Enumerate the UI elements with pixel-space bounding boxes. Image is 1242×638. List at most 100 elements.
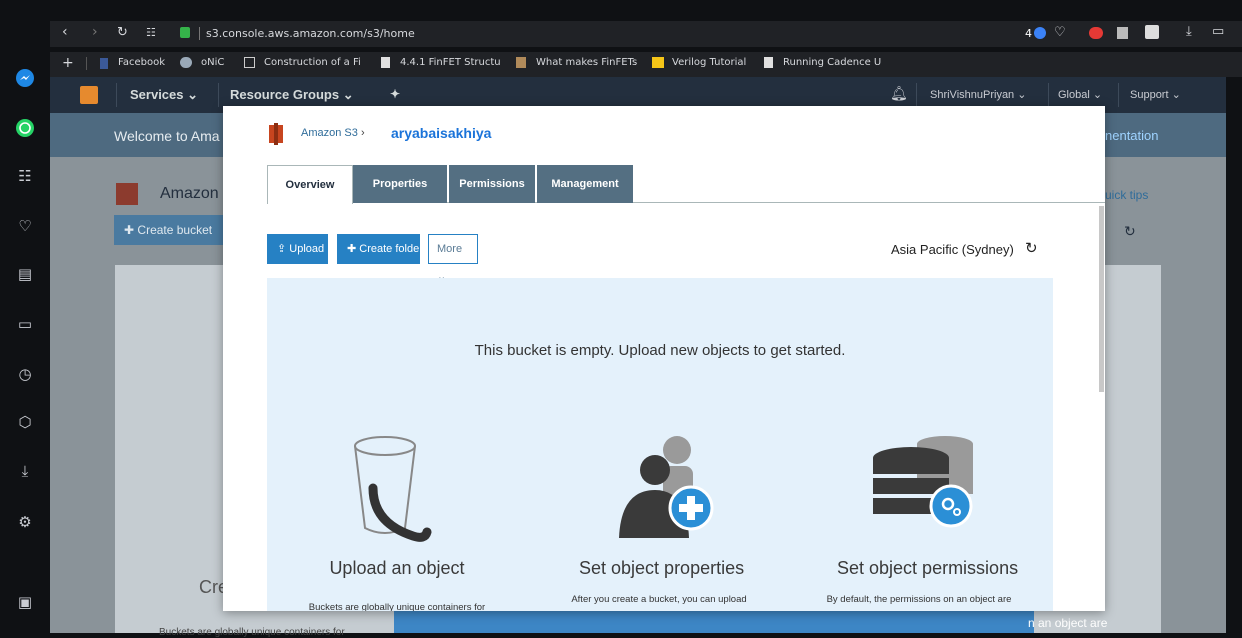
tab-overview[interactable]: Overview — [267, 165, 353, 204]
url-text[interactable]: s3.console.aws.amazon.com/s3/home — [206, 27, 415, 40]
download-icon[interactable]: ⤓ — [15, 461, 35, 481]
bg-desc-right: n an object are — [1028, 616, 1108, 630]
adblock-count: 4 — [1025, 27, 1032, 40]
document-icon — [381, 57, 390, 68]
services-menu[interactable]: Services ⌄ — [130, 87, 198, 103]
chat-icon[interactable]: ▭ — [15, 314, 35, 334]
sidebar-toggle-icon[interactable]: ▣ — [15, 592, 35, 612]
bucket-modal: Amazon S3 › aryabaisakhiya Overview Prop… — [223, 106, 1105, 611]
region-menu[interactable]: Global ⌄ — [1058, 88, 1102, 101]
plus-icon: ✚ — [124, 223, 135, 237]
welcome-text: Welcome to Ama — [114, 128, 220, 144]
bookmark-finfet-structure[interactable]: 4.4.1 FinFET Structu — [400, 57, 501, 68]
create-folder-label: Create folder — [359, 243, 423, 255]
upload-icon: ⇪ — [277, 243, 287, 255]
tab-properties[interactable]: Properties — [353, 165, 447, 203]
browser-sidebar: ☷ ♡ ▤ ▭ ◷ ⬡ ⤓ ⚙ ▣ — [0, 0, 50, 633]
refresh-icon[interactable]: ↻ — [1025, 239, 1038, 257]
more-label: More — [437, 243, 463, 255]
snapshot-icon[interactable] — [1117, 27, 1128, 39]
object-properties-title: Set object properties — [579, 558, 745, 578]
documentation-link[interactable]: nentation — [1105, 128, 1159, 143]
speed-dial-icon[interactable]: ☷ — [15, 166, 35, 186]
lock-icon — [180, 27, 190, 38]
bookmark-facebook[interactable]: Facebook — [118, 57, 165, 68]
nav-divider — [116, 83, 117, 107]
document-icon — [764, 57, 773, 68]
figure-icon — [516, 57, 526, 68]
user-menu[interactable]: ShriVishnuPriyan ⌄ — [930, 88, 1026, 101]
s3-bucket-logo-icon — [267, 123, 285, 145]
heart-icon[interactable]: ♡ — [15, 216, 35, 236]
region-label: Asia Pacific (Sydney) — [891, 242, 1014, 257]
upload-object-icon — [343, 428, 453, 548]
breadcrumb-separator-icon: › — [360, 127, 365, 139]
history-icon[interactable]: ◷ — [15, 364, 35, 384]
quick-tips-link[interactable]: uick tips — [1105, 188, 1148, 202]
reload-icon[interactable]: ↻ — [117, 25, 128, 40]
bookmark-cadence[interactable]: Running Cadence U — [783, 57, 881, 68]
battery-icon[interactable]: ▭ — [1212, 24, 1224, 39]
extensions-icon[interactable]: ⬡ — [15, 412, 35, 432]
messenger-icon[interactable] — [15, 68, 35, 88]
nav-divider — [1048, 83, 1049, 107]
support-menu[interactable]: Support ⌄ — [1130, 88, 1181, 101]
object-permissions-title: Set object permissions — [837, 558, 1019, 578]
pin-icon[interactable]: ✦ — [390, 87, 400, 101]
object-permissions-desc: By default, the permissions on an object… — [826, 594, 1012, 605]
amazon-s3-title: Amazon — [160, 185, 219, 202]
bookmark-construction[interactable]: Construction of a Fi — [264, 57, 361, 68]
shield-icon[interactable] — [1034, 27, 1046, 39]
tabs-grid-icon[interactable]: ☷ — [146, 26, 156, 39]
bookmark-verilog[interactable]: Verilog Tutorial — [672, 57, 746, 68]
modal-scrollbar[interactable] — [1099, 206, 1104, 392]
create-bucket-button[interactable]: ✚ Create bucket — [114, 215, 224, 245]
nav-divider — [218, 83, 219, 107]
news-icon[interactable]: ▤ — [15, 264, 35, 284]
helmet-icon — [180, 57, 192, 68]
notification-bell-icon[interactable]: 🔔︎ — [890, 85, 908, 102]
resource-groups-menu[interactable]: Resource Groups ⌄ — [230, 87, 354, 103]
downloads-icon[interactable]: ⤓ — [1186, 24, 1192, 39]
create-bucket-label: Create bucket — [137, 223, 213, 237]
settings-icon[interactable]: ⚙ — [15, 512, 35, 532]
more-dropdown[interactable]: More ⌄ — [428, 234, 478, 283]
bookmark-divider — [86, 57, 87, 70]
add-bookmark-icon[interactable]: + — [62, 55, 74, 71]
back-icon[interactable]: ‹ — [62, 24, 68, 40]
browser-top-bar — [50, 0, 1242, 23]
object-properties-icon — [607, 428, 717, 543]
nav-divider — [1118, 83, 1119, 107]
bucket-name: aryabaisakhiya — [391, 125, 492, 141]
bookmark-heart-icon[interactable]: ♡ — [1054, 25, 1066, 40]
tab-permissions[interactable]: Permissions — [449, 165, 535, 203]
upload-object-title: Upload an object — [329, 558, 465, 578]
refresh-icon[interactable]: ↻ — [1124, 223, 1136, 240]
folder-icon — [652, 57, 664, 68]
facebook-icon — [100, 58, 108, 69]
abp-icon[interactable] — [1089, 27, 1103, 39]
upload-label: Upload — [289, 243, 325, 255]
upload-button[interactable]: ⇪ Upload — [267, 234, 328, 264]
upload-object-desc: Buckets are globally unique containers f… — [308, 602, 486, 611]
object-permissions-icon — [867, 428, 977, 538]
whatsapp-icon[interactable] — [15, 118, 35, 138]
url-divider — [199, 27, 200, 40]
empty-message: This bucket is empty. Upload new objects… — [474, 342, 846, 359]
bookmarks-bar — [50, 52, 1242, 77]
nav-divider — [916, 83, 917, 107]
object-properties-desc: After you create a bucket, you can uploa… — [571, 594, 747, 605]
forward-icon[interactable]: › — [92, 24, 98, 40]
breadcrumb-amazon-s3[interactable]: Amazon S3 › — [301, 127, 365, 139]
aws-cube-icon[interactable] — [80, 86, 98, 104]
amazon-assistant-icon[interactable] — [1145, 25, 1159, 39]
create-folder-button[interactable]: ✚ Create folder — [337, 234, 423, 264]
tab-management[interactable]: Management — [537, 165, 633, 203]
grid-icon — [244, 57, 255, 68]
plus-icon: ✚ — [347, 243, 357, 255]
bookmark-what-makes-finfets[interactable]: What makes FinFETs — [536, 57, 637, 68]
bookmark-onic[interactable]: oNiC — [201, 57, 224, 68]
empty-bucket-panel: This bucket is empty. Upload new objects… — [267, 278, 1053, 611]
background-blue-bar — [394, 611, 1034, 633]
s3-logo-icon — [116, 183, 138, 205]
